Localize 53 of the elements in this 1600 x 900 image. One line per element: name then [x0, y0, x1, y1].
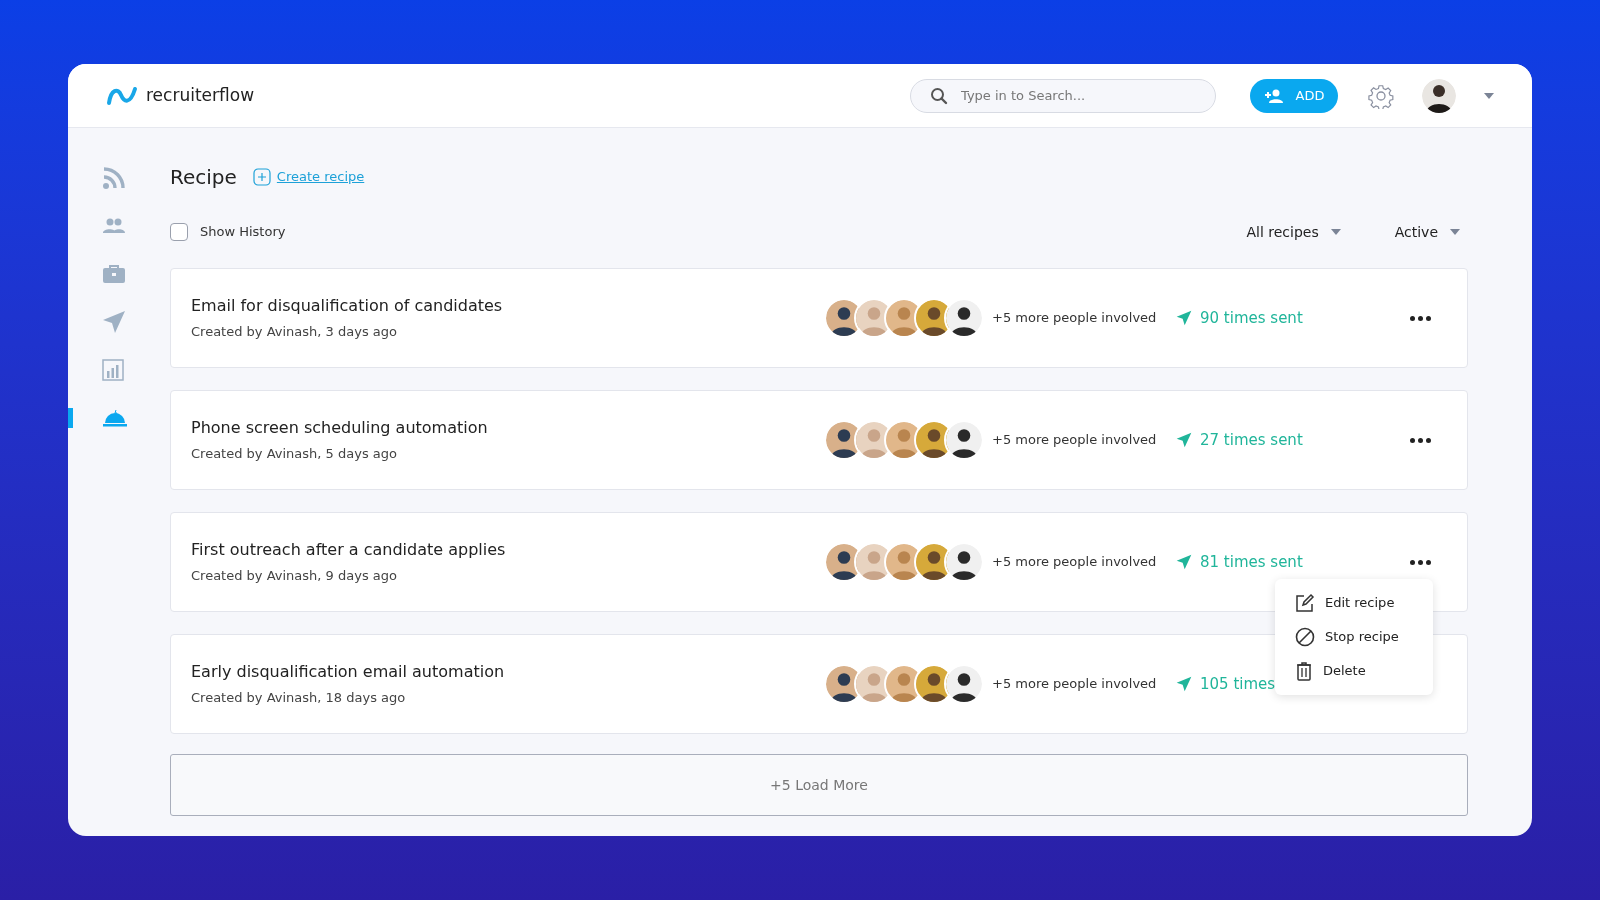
recipe-meta: Created by Avinash, 18 days ago: [191, 689, 407, 708]
service-bell-icon[interactable]: [102, 408, 128, 428]
filter-dropdown[interactable]: Active: [1394, 221, 1460, 243]
avatar: [944, 664, 984, 704]
checkbox[interactable]: [170, 223, 188, 241]
page-title: Recipe: [170, 164, 237, 191]
people-count: +5 more people involved: [992, 553, 1158, 572]
sent-count: 90 times sent: [1200, 307, 1303, 329]
logo-icon: [106, 84, 138, 107]
recipe-title[interactable]: Phone screen scheduling automation: [191, 416, 824, 441]
recipe-meta: Created by Avinash, 5 days ago: [191, 445, 398, 464]
people-count: +5 more people involved: [992, 431, 1158, 450]
send-icon[interactable]: [102, 310, 126, 334]
people-count: +5 more people involved: [992, 675, 1158, 694]
edit-icon: [1295, 593, 1315, 613]
search-icon: [930, 86, 948, 105]
recipe-meta: Created by Avinash, 3 days ago: [191, 323, 398, 342]
avatar: [944, 542, 984, 582]
send-icon: [1176, 310, 1192, 326]
caret-icon[interactable]: [1484, 92, 1494, 99]
caret-icon: [1330, 229, 1341, 235]
sent-count: 81 times sent: [1200, 551, 1303, 573]
filter-dropdown[interactable]: All recipes: [1246, 221, 1341, 243]
search-field[interactable]: Type in to Search...: [910, 78, 1216, 113]
avatar: [944, 298, 984, 338]
trash-icon: [1295, 661, 1313, 681]
rss-icon[interactable]: [102, 166, 126, 190]
recipe-title[interactable]: Email for disqualification of candidates: [191, 294, 824, 319]
user-avatar[interactable]: [1422, 78, 1456, 113]
caret-icon: [1450, 229, 1460, 235]
recipe-title[interactable]: Early disqualification email automation: [191, 660, 824, 685]
send-icon: [1176, 432, 1192, 448]
sent-count: 105 times: [1200, 673, 1276, 695]
add-person-icon: [1263, 88, 1284, 103]
send-icon: [1176, 676, 1192, 692]
send-icon: [1176, 554, 1192, 570]
bar-chart-icon[interactable]: [102, 359, 124, 381]
menu-item[interactable]: Stop recipe: [1275, 625, 1433, 649]
menu-item[interactable]: Delete: [1275, 659, 1433, 683]
checkbox-label: Show History: [200, 223, 286, 242]
avatar: [944, 420, 984, 460]
logo-text: recruiterflow: [146, 83, 255, 107]
recipe-title[interactable]: First outreach after a candidate applies: [191, 538, 824, 563]
menu-item[interactable]: Edit recipe: [1275, 591, 1433, 615]
sent-count: 27 times sent: [1200, 429, 1303, 451]
recipe-meta: Created by Avinash, 9 days ago: [191, 567, 398, 586]
load-more-button[interactable]: +5 Load More: [170, 754, 1468, 816]
settings-icon[interactable]: [1368, 82, 1394, 109]
add-icon: [252, 168, 271, 186]
briefcase-icon[interactable]: [102, 264, 126, 284]
block-icon: [1295, 627, 1315, 647]
people-icon[interactable]: [102, 217, 126, 235]
people-count: +5 more people involved: [992, 309, 1158, 328]
